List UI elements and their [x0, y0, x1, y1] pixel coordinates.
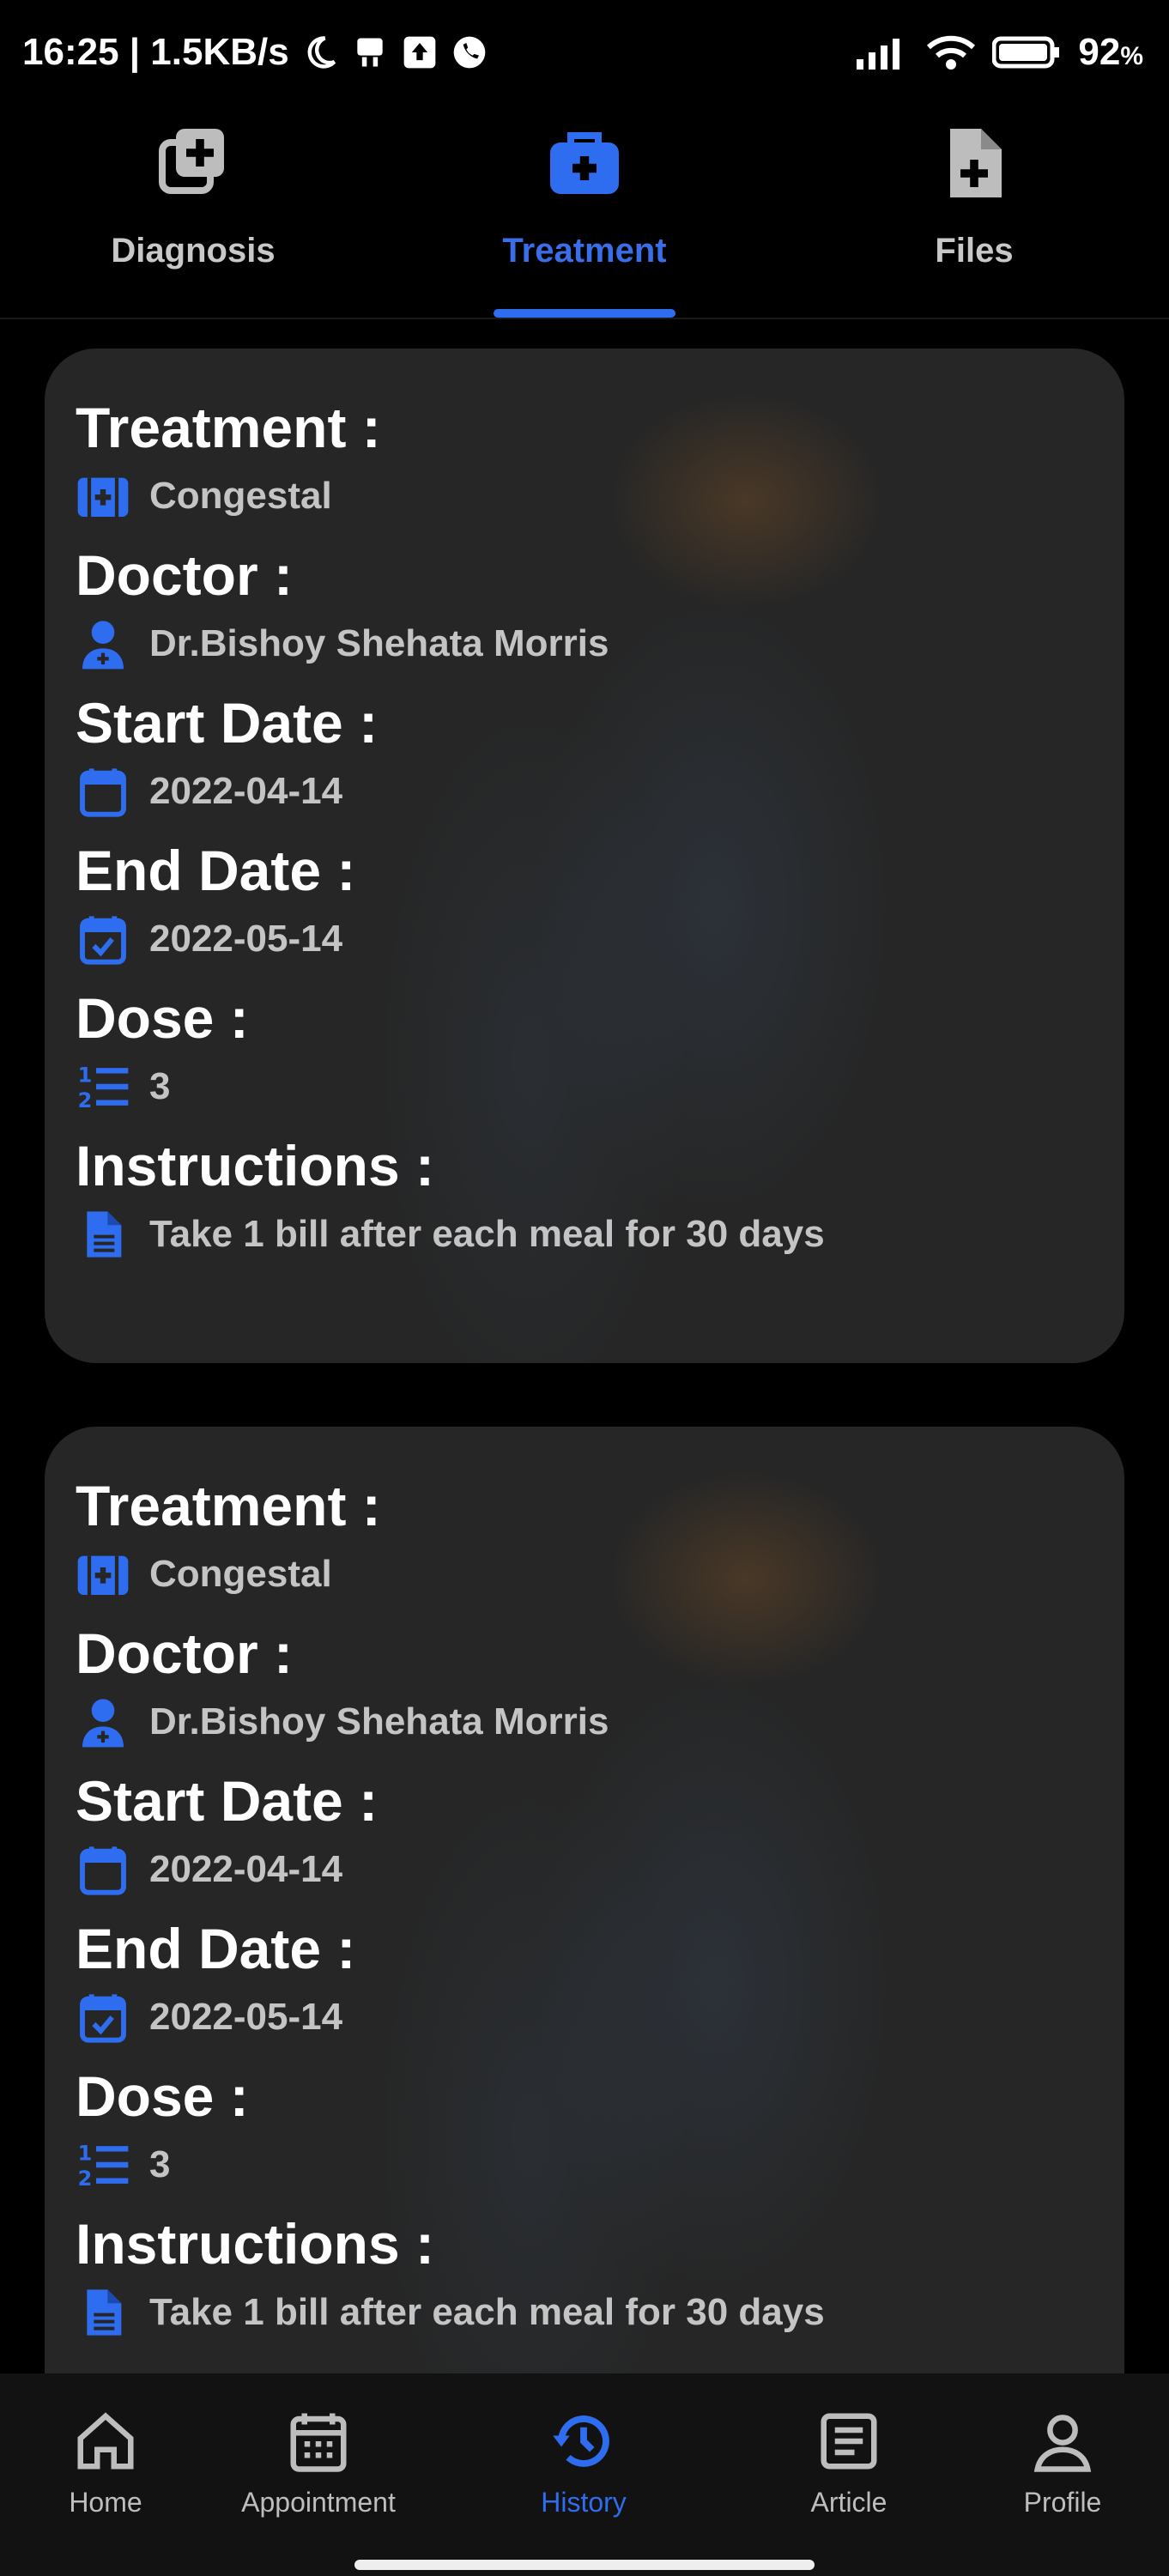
calendar-check-icon: [80, 916, 126, 965]
signal-icon: [857, 39, 900, 70]
nav-home[interactable]: Home: [7, 2408, 204, 2518]
active-tab-indicator: [494, 309, 675, 318]
document-icon: [87, 1211, 122, 1258]
status-time: 16:25 | 1.5KB/s: [22, 31, 289, 73]
instructions-field: Instructions : Take 1 bill after each me…: [76, 1131, 1124, 1262]
calendar-icon: [80, 768, 126, 817]
battery-icon: [992, 36, 1060, 69]
numbered-list-icon: 12: [78, 1064, 129, 1112]
whatsapp-icon: [453, 36, 486, 69]
article-icon: [821, 2413, 877, 2470]
treatment-field: Treatment : Congestal: [76, 393, 1124, 524]
nav-history[interactable]: History: [485, 2408, 682, 2518]
doctor-field: Doctor : Dr.Bishoy Shehata Morris: [76, 541, 1124, 671]
end-date-field: End Date : 2022-05-14: [76, 836, 1124, 967]
dose-field: Dose : 12 3: [76, 2064, 249, 2191]
svg-text:1: 1: [78, 2142, 93, 2166]
doctor-field: Doctor : Dr.Bishoy Shehata Morris: [76, 1619, 1124, 1749]
doctor-icon: [82, 621, 124, 670]
battery-level: 92%: [1078, 31, 1143, 73]
svg-text:1: 1: [78, 1064, 93, 1088]
svg-text:2: 2: [78, 2167, 93, 2191]
instructions-field: Instructions : Take 1 bill after each me…: [76, 2209, 1124, 2340]
history-icon: [553, 2415, 609, 2467]
file-medical-icon: [950, 129, 1002, 197]
tab-label: Diagnosis: [111, 232, 276, 270]
status-bar: 16:25 | 1.5KB/s 92%: [0, 0, 1169, 112]
bottom-navigation: Home Appointment History Article Profile: [0, 2373, 1169, 2576]
treatment-card[interactable]: Treatment : Congestal Doctor : Dr.Bishoy…: [45, 349, 1124, 1363]
medical-case-icon: [77, 1555, 129, 1595]
calendar-check-icon: [80, 1994, 126, 2043]
tab-treatment[interactable]: Treatment: [456, 112, 713, 318]
end-date-field: End Date : 2022-05-14: [76, 1914, 1124, 2045]
profile-icon: [1033, 2415, 1092, 2472]
top-tabs: Diagnosis Treatment Files: [0, 112, 1169, 319]
start-date-field: Start Date : 2022-04-14: [76, 1767, 1124, 1897]
svg-text:2: 2: [78, 1088, 93, 1112]
doctor-icon: [82, 1699, 124, 1748]
calendar-icon: [80, 1846, 126, 1895]
nav-article[interactable]: Article: [750, 2408, 948, 2518]
medical-case-icon: [77, 477, 129, 517]
nav-appointment[interactable]: Appointment: [220, 2408, 417, 2518]
home-indicator[interactable]: [354, 2560, 815, 2570]
tab-diagnosis[interactable]: Diagnosis: [64, 112, 322, 318]
upload-icon: [403, 36, 436, 69]
wifi-icon: [927, 35, 976, 70]
document-icon: [87, 2289, 122, 2336]
numbered-list-icon: 12: [78, 2142, 129, 2191]
dose-field: Dose : 12 3: [76, 986, 249, 1112]
moon-icon: [307, 36, 336, 69]
diagnosis-icon: [159, 129, 224, 194]
calendar-icon: [290, 2413, 347, 2472]
home-icon: [77, 2412, 134, 2470]
treatment-field: Treatment : Congestal: [76, 1471, 1124, 1602]
notification-icon: [357, 38, 383, 67]
tab-files[interactable]: Files: [845, 112, 1103, 318]
tab-label: Treatment: [502, 232, 667, 270]
treatment-card[interactable]: Treatment : Congestal Doctor : Dr.Bishoy…: [45, 1427, 1124, 2440]
start-date-field: Start Date : 2022-04-14: [76, 688, 1124, 819]
nav-profile[interactable]: Profile: [964, 2408, 1161, 2518]
tab-label: Files: [935, 232, 1014, 270]
briefcase-medical-icon: [550, 132, 619, 194]
